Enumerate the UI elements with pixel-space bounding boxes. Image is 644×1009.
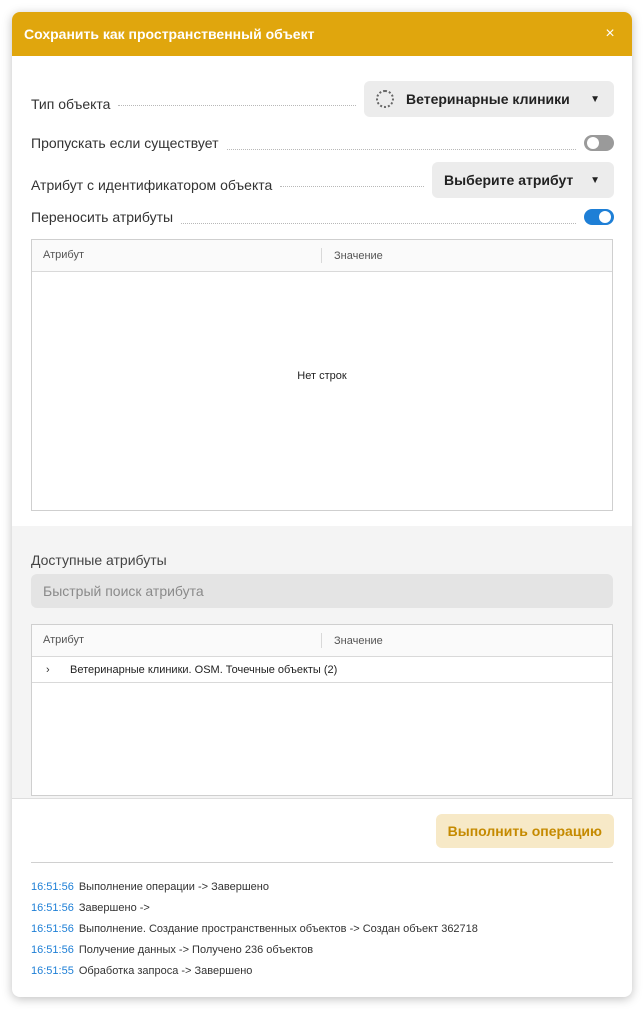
tree-row[interactable]: › Ветеринарные клиники. OSM. Точечные об… xyxy=(32,657,612,683)
available-attributes-title: Доступные атрибуты xyxy=(31,552,167,568)
log-line: 16:51:56 Получение данных -> Получено 236… xyxy=(31,939,613,960)
execute-operation-button[interactable]: Выполнить операцию xyxy=(435,814,614,848)
transfer-attributes-toggle[interactable] xyxy=(584,209,614,225)
transfer-attributes-row: Переносить атрибуты xyxy=(31,208,614,226)
skip-if-exists-toggle[interactable] xyxy=(584,135,614,151)
object-type-row: Тип объекта Ветеринарные клиники ▼ xyxy=(31,81,614,117)
column-header-value[interactable]: Значение xyxy=(322,250,383,262)
leader-dots xyxy=(181,222,576,224)
toggle-knob xyxy=(599,211,611,223)
object-type-label: Тип объекта xyxy=(31,96,111,112)
column-header-attribute[interactable]: Атрибут xyxy=(32,248,322,263)
attribute-mapping-table: Атрибут Значение Нет строк xyxy=(31,239,613,511)
dialog-title: Сохранить как пространственный объект xyxy=(24,26,315,42)
transfer-attributes-label: Переносить атрибуты xyxy=(31,209,174,225)
caret-down-icon: ▼ xyxy=(590,174,600,186)
log-time: 16:51:56 xyxy=(31,901,74,914)
log-time: 16:51:55 xyxy=(31,964,74,977)
log-text: Завершено -> xyxy=(78,901,150,914)
column-header-value[interactable]: Значение xyxy=(322,635,383,647)
log-line: 16:51:55 Обработка запроса -> Завершено xyxy=(31,960,613,981)
log-line: 16:51:56 Завершено -> xyxy=(31,897,613,918)
table-header: Атрибут Значение xyxy=(32,625,612,657)
log-line: 16:51:56 Выполнение. Создание пространств… xyxy=(31,918,613,939)
log-time: 16:51:56 xyxy=(31,922,74,935)
close-icon[interactable]: × xyxy=(602,25,618,43)
log-line: 16:51:56 Выполнение операции -> Завершено xyxy=(31,876,613,897)
available-attributes-table: Атрибут Значение › Ветеринарные клиники.… xyxy=(31,624,613,796)
table-header: Атрибут Значение xyxy=(32,240,612,272)
dialog-header: Сохранить как пространственный объект × xyxy=(12,12,632,56)
chevron-right-icon[interactable]: › xyxy=(46,664,58,676)
id-attribute-row: Атрибут с идентификатором объекта Выбери… xyxy=(31,162,614,198)
tree-row-label: Ветеринарные клиники. OSM. Точечные объе… xyxy=(70,663,338,676)
caret-down-icon: ▼ xyxy=(590,93,600,105)
column-header-attribute[interactable]: Атрибут xyxy=(32,633,322,648)
attribute-search-input[interactable] xyxy=(31,574,613,608)
log-text: Выполнение. Создание пространственных об… xyxy=(78,922,478,935)
leader-dots xyxy=(118,104,356,106)
object-type-dropdown[interactable]: Ветеринарные клиники ▼ xyxy=(364,81,614,117)
log-text: Обработка запроса -> Завершено xyxy=(78,964,253,977)
divider xyxy=(31,862,613,863)
log-time: 16:51:56 xyxy=(31,943,74,956)
log-text: Получение данных -> Получено 236 объекто… xyxy=(78,943,314,956)
leader-dots xyxy=(280,185,424,187)
log-text: Выполнение операции -> Завершено xyxy=(78,880,269,893)
leader-dots xyxy=(226,148,576,150)
empty-table-text: Нет строк xyxy=(297,370,347,382)
id-attribute-value: Выберите атрибут xyxy=(444,172,574,188)
toggle-knob xyxy=(587,137,599,149)
operation-log: 16:51:56 Выполнение операции -> Завершено… xyxy=(31,876,613,981)
id-attribute-label: Атрибут с идентификатором объекта xyxy=(31,177,273,193)
loading-icon xyxy=(376,90,394,108)
skip-if-exists-label: Пропускать если существует xyxy=(31,135,219,151)
skip-if-exists-row: Пропускать если существует xyxy=(31,134,614,152)
id-attribute-dropdown[interactable]: Выберите атрибут ▼ xyxy=(432,162,614,198)
available-attributes-section: Доступные атрибуты Атрибут Значение › Ве… xyxy=(12,526,632,799)
save-spatial-object-dialog: Сохранить как пространственный объект × … xyxy=(12,12,632,997)
log-time: 16:51:56 xyxy=(31,880,74,893)
object-type-value: Ветеринарные клиники xyxy=(406,91,570,107)
